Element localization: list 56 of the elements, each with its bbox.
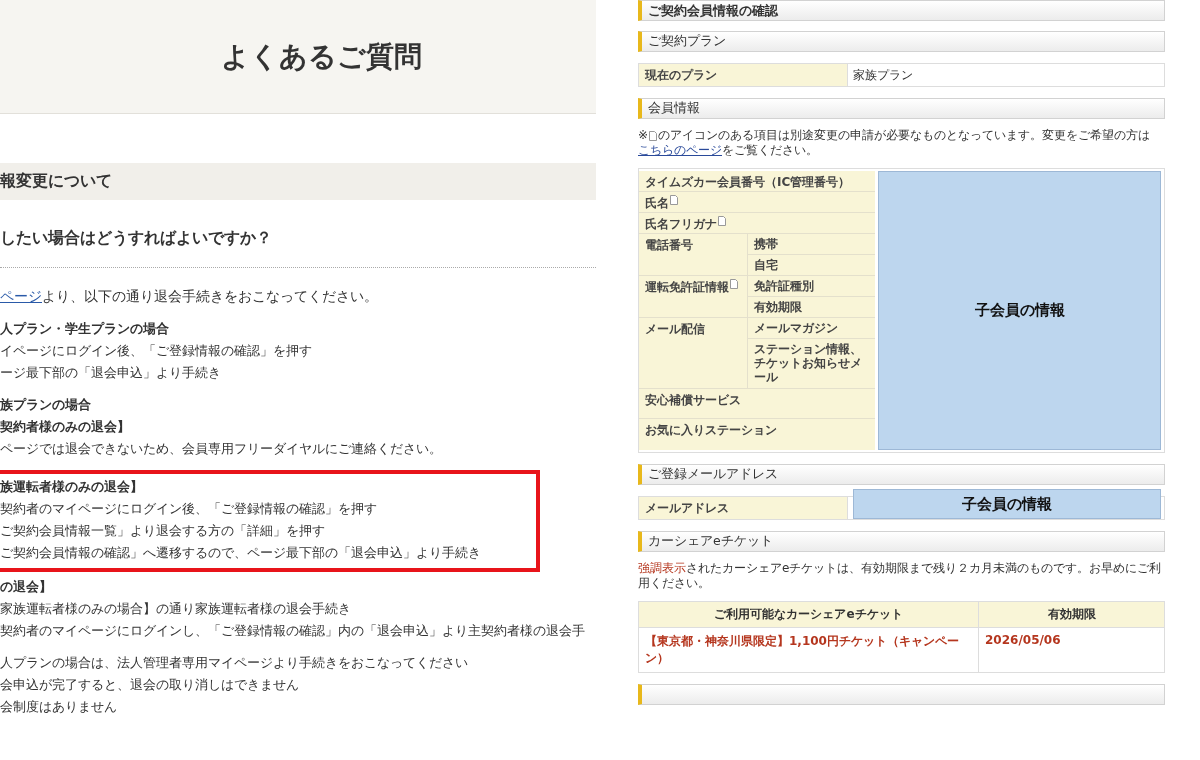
document-icon xyxy=(730,279,738,289)
table-label: メールマガジン xyxy=(748,318,875,339)
document-icon xyxy=(718,216,726,226)
page-heading: ご契約会員情報の確認 xyxy=(638,0,1165,21)
table-label: 携帯 xyxy=(748,234,875,255)
table-label: タイムズカー会員番号（IC管理番号） xyxy=(645,174,851,191)
table-label: メールアドレス xyxy=(639,497,848,519)
subheading: 族プランの場合 xyxy=(0,396,92,414)
table-cell: 2026/05/06 xyxy=(979,627,1164,672)
table-label: 免許証種別 xyxy=(748,276,875,297)
info-overlay: 子会員の情報 xyxy=(853,489,1161,519)
step-text: ページでは退会できないため、会員専用フリーダイヤルにご連絡ください。 xyxy=(0,440,443,458)
table-label: 運転免許証情報 xyxy=(645,279,729,296)
column-header: ご利用可能なカーシェアeチケット xyxy=(639,602,979,627)
step-text: 家族運転者様のみの場合】の通り家族運転者様の退会手続き xyxy=(0,600,352,618)
step-text: 会制度はありません xyxy=(0,698,118,716)
notice-text: ※ のアイコンのある項目は別途変更の申請が必要なものとなっています。変更をご希望の方は こちらのページをご覧ください。 xyxy=(638,128,1152,158)
table-label: ステーション情報、チケットお知らせメール xyxy=(748,339,875,388)
section-heading: ご登録メールアドレス xyxy=(638,464,1165,485)
table-label: 氏名 xyxy=(645,195,669,212)
table-label: 安心補償サービス xyxy=(645,392,741,409)
page-link[interactable]: ページ xyxy=(0,288,42,304)
intro-text: より、以下の通り退会手続きをおこなってください。 xyxy=(42,288,378,304)
subheading: 族運転者様のみの退会】 xyxy=(0,478,144,496)
table-label: 氏名フリガナ xyxy=(645,216,717,233)
step-text: 契約者のマイページにログイン後、「ご登録情報の確認」を押す xyxy=(0,500,378,518)
table-label: メール配信 xyxy=(645,321,705,338)
step-text: イページにログイン後、「ご登録情報の確認」を押す xyxy=(0,342,313,360)
table-label: 自宅 xyxy=(748,255,875,275)
document-icon xyxy=(670,195,678,205)
step-text: 人プランの場合は、法人管理者専用マイページより手続きをおこなってください xyxy=(0,654,469,672)
table-cell-text: 家族プラン xyxy=(852,66,914,84)
table-label: 電話番号 xyxy=(645,237,693,254)
page-link[interactable]: こちらのページ xyxy=(638,143,722,157)
table-cell: 【東京都・神奈川県限定】1,100円チケット（キャンペーン） xyxy=(639,627,979,672)
notice-text: 強調表示されたカーシェアeチケットは、有効期限まで残り２カ月未満のものです。お早めにご利用ください。 xyxy=(638,561,1163,591)
info-overlay: 子会員の情報 xyxy=(878,171,1161,450)
step-text: 契約者のマイページにログインし、「ご登録情報の確認」内の「退会申込」より主契約者様の退会手 xyxy=(0,622,586,640)
page-title: よくあるご質問 xyxy=(219,38,422,75)
column-header: 有効期限 xyxy=(979,602,1164,627)
step-text: ご契約会員情報の確認」へ遷移するので、ページ最下部の「退会申込」より手続き xyxy=(0,544,482,562)
table-label: 有効期限 xyxy=(748,297,875,317)
document-icon xyxy=(649,130,658,141)
table-label: 現在のプラン xyxy=(639,64,848,86)
section-heading: カーシェアeチケット xyxy=(638,531,1165,552)
section-heading: 会員情報 xyxy=(638,98,1165,119)
subheading: の退会】 xyxy=(0,578,53,596)
step-text: ご契約会員情報一覧」より退会する方の「詳細」を押す xyxy=(0,522,326,540)
subheading: 契約者様のみの退会】 xyxy=(0,418,131,436)
step-text: 会申込が完了すると、退会の取り消しはできません xyxy=(0,676,300,694)
question: したい場合はどうすればよいですか？ xyxy=(0,228,596,268)
section-heading: ご契約プラン xyxy=(638,31,1165,52)
step-text: ージ最下部の「退会申込」より手続き xyxy=(0,364,222,382)
table-label: お気に入りステーション xyxy=(645,422,777,439)
subheading: 人プラン・学生プランの場合 xyxy=(0,320,170,338)
section-title: 報変更について xyxy=(0,171,112,192)
